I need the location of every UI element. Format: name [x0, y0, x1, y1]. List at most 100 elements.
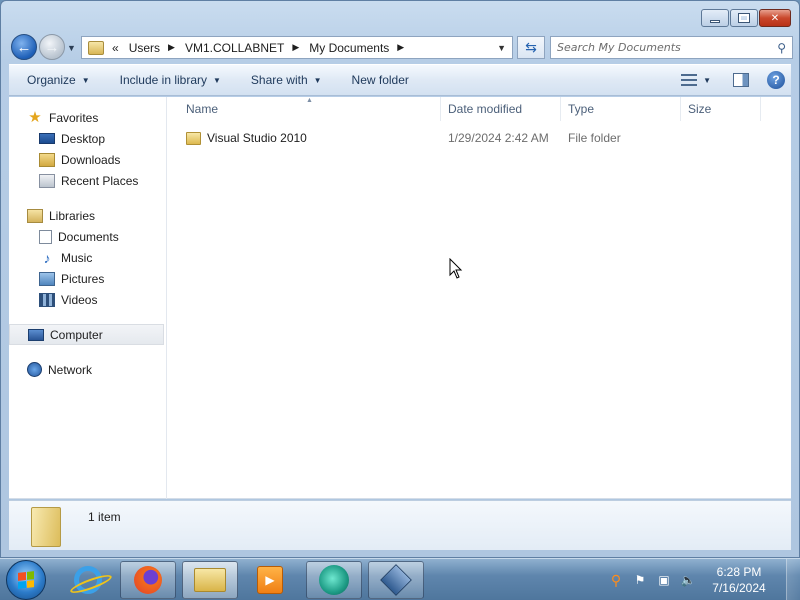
chevron-down-icon: ▼ — [81, 75, 90, 85]
share-with-button[interactable]: Share with ▼ — [251, 73, 322, 87]
recent-pages-dropdown[interactable]: ▼ — [67, 43, 76, 53]
action-center-flag-icon[interactable]: ⚑ — [632, 572, 648, 588]
nav-recent-places[interactable]: Recent Places — [9, 170, 166, 191]
nav-documents[interactable]: Documents — [9, 226, 166, 247]
column-header-date-modified[interactable]: Date modified — [441, 96, 561, 121]
file-date-cell: 1/29/2024 2:42 AM — [448, 131, 549, 145]
back-button[interactable]: ← — [11, 34, 37, 60]
nav-videos[interactable]: Videos — [9, 289, 166, 310]
file-type-cell: File folder — [568, 131, 621, 145]
minimize-button[interactable] — [701, 9, 729, 27]
nav-favorites[interactable]: ★ Favorites — [9, 107, 166, 128]
sort-indicator-icon: ▲ — [306, 97, 313, 104]
column-headers: ▲ Name Date modified Type Size — [168, 96, 791, 121]
address-dropdown-icon[interactable]: ▼ — [497, 43, 506, 53]
libraries-icon — [27, 208, 43, 223]
caption-buttons: ✕ — [701, 9, 791, 27]
navigation-pane: ★ Favorites Desktop Downloads Recent Plac… — [9, 97, 167, 499]
maximize-button[interactable] — [730, 9, 758, 27]
forward-arrow-icon: → — [44, 38, 60, 56]
nav-network[interactable]: Network — [9, 359, 166, 380]
preview-pane-icon[interactable] — [733, 73, 749, 87]
taskbar-firefox[interactable] — [120, 561, 176, 599]
new-folder-button[interactable]: New folder — [352, 73, 409, 87]
nav-music[interactable]: ♪ Music — [9, 247, 166, 268]
breadcrumb-arrow-icon[interactable]: ▶ — [168, 42, 175, 53]
address-bar[interactable]: « Users ▶ VM1.COLLABNET ▶ My Documents ▶ ▼ — [81, 36, 513, 59]
maximize-icon — [738, 13, 750, 23]
computer-group: Computer — [9, 324, 166, 345]
start-button[interactable] — [6, 560, 46, 600]
folder-icon — [88, 40, 104, 55]
computer-icon — [28, 328, 44, 341]
firefox-icon — [134, 566, 162, 594]
chevron-down-icon: ▼ — [313, 75, 322, 85]
show-desktop-button[interactable] — [786, 559, 800, 600]
favorites-group: ★ Favorites Desktop Downloads Recent Plac… — [9, 107, 166, 191]
taskbar-windows-explorer[interactable] — [182, 561, 238, 599]
cyan-app-icon — [319, 565, 349, 595]
nav-pictures[interactable]: Pictures — [9, 268, 166, 289]
magnifier-tray-icon[interactable]: ⚲ — [608, 572, 624, 588]
open-folder-icon — [31, 507, 61, 547]
search-box[interactable]: ⚲ — [550, 36, 793, 59]
volume-muted-icon[interactable]: 🔈 — [680, 572, 696, 588]
refresh-icon: ⇆ — [525, 39, 537, 55]
column-header-size[interactable]: Size — [681, 96, 761, 121]
close-icon: ✕ — [770, 12, 780, 24]
include-in-library-button[interactable]: Include in library ▼ — [120, 73, 221, 87]
taskbar-media-player[interactable]: ▶ — [242, 561, 298, 599]
taskbar-cyan-app[interactable] — [306, 561, 362, 599]
taskbar: ▶ ⚲ ⚑ ▣ 🔈 6:28 PM 7/16/2024 — [0, 558, 800, 600]
column-header-name[interactable]: Name — [168, 96, 441, 121]
organize-button[interactable]: Organize ▼ — [27, 73, 90, 87]
pictures-icon — [39, 271, 55, 286]
nav-downloads[interactable]: Downloads — [9, 149, 166, 170]
virtualbox-icon — [380, 564, 412, 596]
nav-computer[interactable]: Computer — [9, 324, 164, 345]
search-input[interactable] — [557, 41, 762, 54]
recent-places-icon — [39, 173, 55, 188]
search-icon[interactable]: ⚲ — [777, 41, 786, 55]
breadcrumb-arrow-icon[interactable]: ▶ — [292, 42, 299, 53]
network-icon — [27, 362, 42, 377]
view-controls: ▼ ? — [681, 65, 791, 95]
close-button[interactable]: ✕ — [759, 9, 791, 27]
breadcrumb-vm1[interactable]: VM1.COLLABNET ▶ — [185, 41, 299, 55]
file-row[interactable]: Visual Studio 2010 1/29/2024 2:42 AM Fil… — [168, 126, 791, 150]
network-tray-icon[interactable]: ▣ — [656, 572, 672, 588]
help-icon[interactable]: ? — [767, 71, 785, 89]
explorer-window: ✕ ← → ▼ « Users ▶ VM1.COLLABNET ▶ My Docum… — [0, 0, 800, 558]
videos-icon — [39, 292, 55, 307]
windows-logo-icon — [18, 571, 34, 589]
system-tray: ⚲ ⚑ ▣ 🔈 6:28 PM 7/16/2024 — [608, 559, 800, 600]
item-count: 1 item — [88, 510, 121, 524]
breadcrumb-users[interactable]: Users ▶ — [129, 41, 175, 55]
music-note-icon: ♪ — [43, 249, 51, 266]
windows-explorer-icon — [194, 568, 226, 592]
folder-icon — [186, 131, 201, 145]
file-list: ▲ Name Date modified Type Size Visual St… — [168, 96, 791, 499]
refresh-button[interactable]: ⇆ — [517, 36, 545, 59]
downloads-icon — [39, 152, 55, 167]
content-area: ★ Favorites Desktop Downloads Recent Plac… — [9, 96, 791, 499]
desktop-icon — [39, 133, 55, 144]
column-header-type[interactable]: Type — [561, 96, 681, 121]
file-name-cell[interactable]: Visual Studio 2010 — [168, 131, 441, 145]
change-view-icon[interactable] — [681, 74, 698, 86]
internet-explorer-icon — [74, 566, 102, 594]
view-options-dropdown-icon[interactable]: ▼ — [703, 76, 711, 85]
taskbar-internet-explorer[interactable] — [60, 561, 116, 599]
nav-libraries[interactable]: Libraries — [9, 205, 166, 226]
clock[interactable]: 6:28 PM 7/16/2024 — [704, 564, 774, 596]
breadcrumb-my-documents[interactable]: My Documents ▶ — [309, 41, 404, 55]
taskbar-virtualbox[interactable] — [368, 561, 424, 599]
clock-time: 6:28 PM — [716, 565, 762, 579]
chevron-down-icon: ▼ — [213, 75, 221, 85]
command-bar: Organize ▼ Include in library ▼ Share with… — [9, 64, 791, 96]
breadcrumb-arrow-icon[interactable]: ▶ — [397, 42, 404, 53]
media-player-icon: ▶ — [257, 566, 283, 594]
breadcrumb-overflow[interactable]: « — [112, 41, 119, 55]
nav-desktop[interactable]: Desktop — [9, 128, 166, 149]
forward-button[interactable]: → — [39, 34, 65, 60]
